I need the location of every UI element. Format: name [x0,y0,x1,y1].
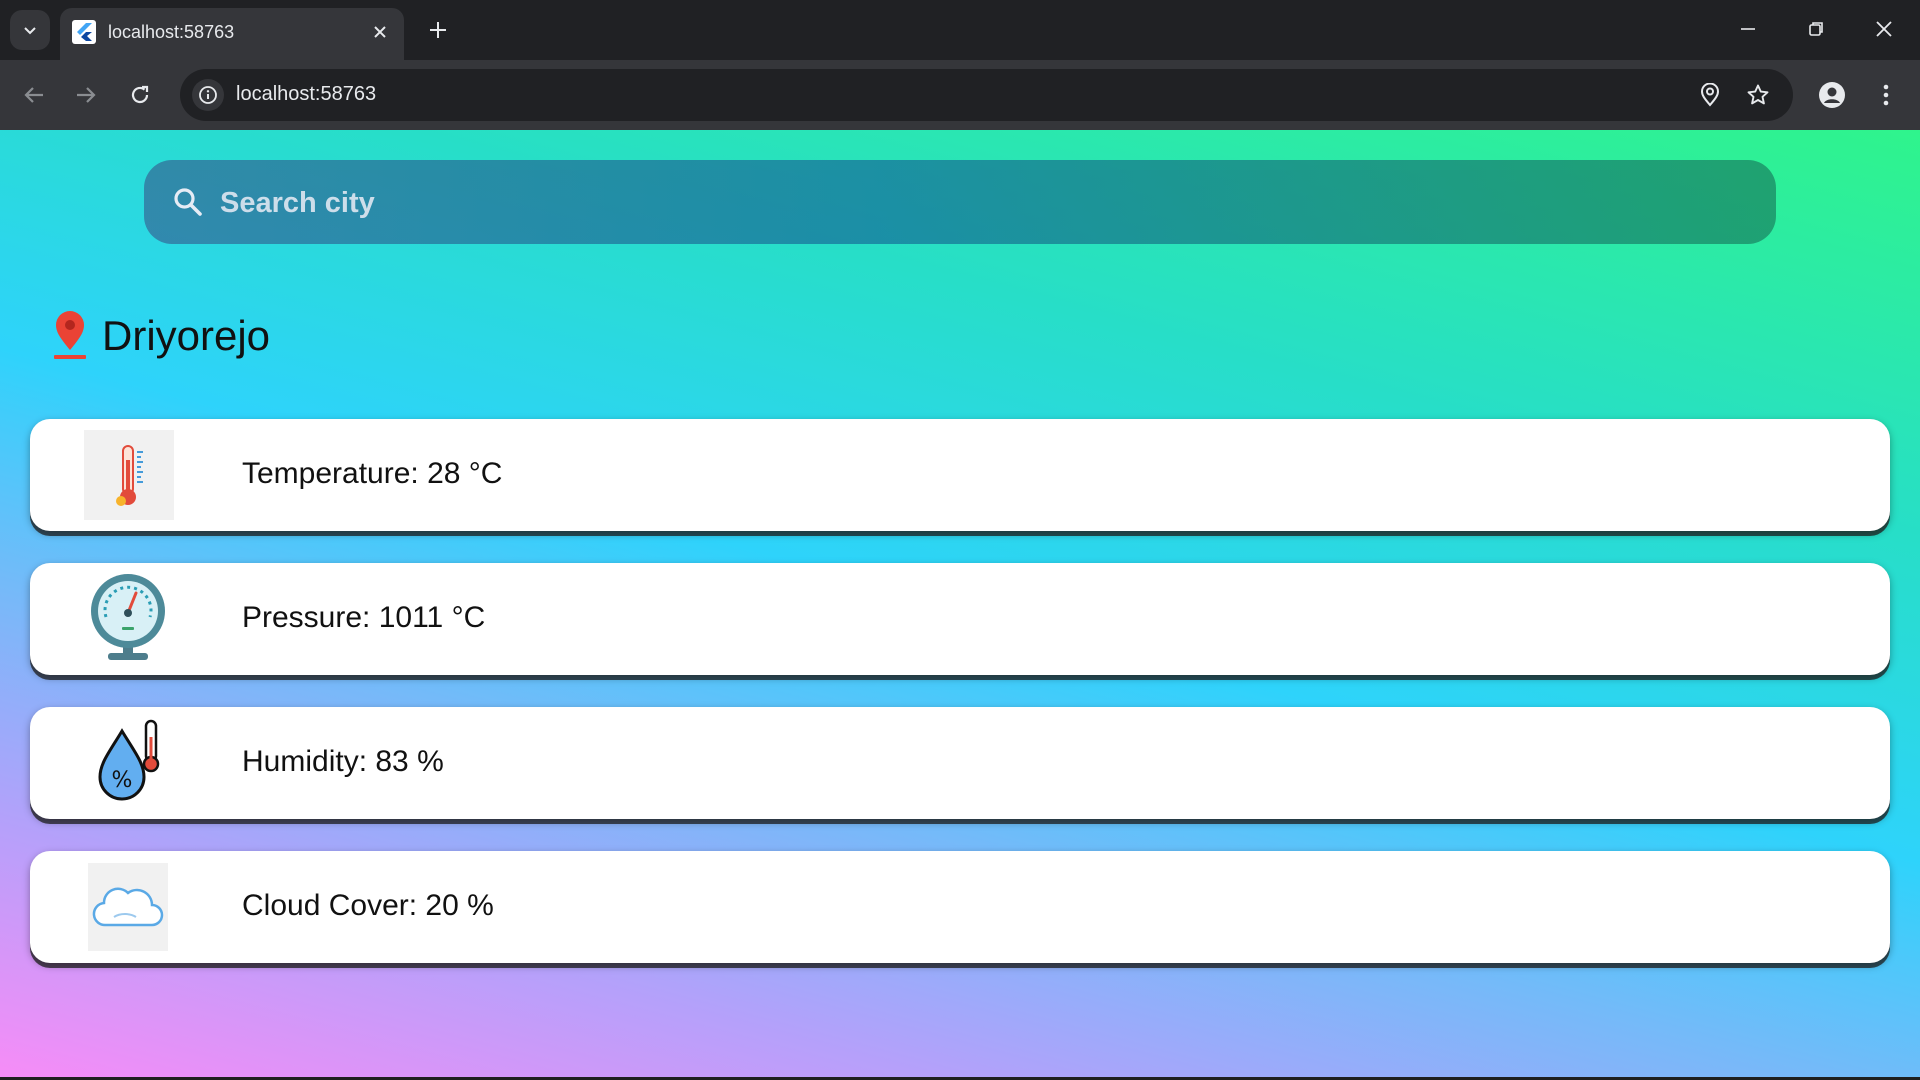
svg-text:%: % [112,768,133,793]
forward-button[interactable] [66,75,106,115]
temperature-value: 28 [427,457,461,490]
close-icon [1876,21,1892,37]
browser-tab[interactable]: localhost:58763 [60,8,404,60]
thermometer-icon [84,430,174,520]
info-icon [199,86,217,104]
location-pin-icon [1700,83,1720,107]
pressure-text: Pressure: 1011 °C [242,601,485,635]
cloud-cover-label: Cloud Cover: [242,889,426,922]
chevron-down-icon [24,27,36,35]
tab-title: localhost:58763 [108,22,235,42]
pressure-unit: °C [443,601,486,634]
flutter-logo-icon [72,20,96,44]
cloud-cover-text: Cloud Cover: 20 % [242,889,494,923]
browser-tab-bar: localhost:58763 [0,0,1920,60]
barometer-icon [82,573,174,665]
reload-icon [131,85,149,104]
cloud-cover-value: 20 [425,889,459,922]
star-icon [1747,84,1769,105]
minimize-button[interactable] [1720,6,1776,52]
close-icon [374,26,386,38]
browser-menu-button[interactable] [1868,75,1904,115]
account-icon [1819,82,1845,108]
pressure-label: Pressure: [242,601,379,634]
humidity-label: Humidity: [242,745,376,778]
pressure-card: Pressure: 1011 °C [30,563,1890,675]
tab-search-button[interactable] [10,10,50,50]
weather-page: Driyorejo Temperature: 28 °C [0,130,1920,1080]
temperature-text: Temperature: 28 °C [242,457,502,491]
minimize-icon [1741,28,1755,30]
humidity-text: Humidity: 83 % [242,745,444,779]
humidity-drop-icon: % [82,717,174,809]
browser-toolbar: localhost:58763 [0,60,1920,130]
search-icon [174,188,202,216]
arrow-left-icon [24,87,43,103]
temperature-label: Temperature: [242,457,428,490]
search-bar[interactable] [144,160,1776,244]
close-window-button[interactable] [1856,6,1912,52]
location-permission-button[interactable] [1694,79,1726,111]
url-text: localhost:58763 [236,83,377,105]
city-name: Driyorejo [102,312,271,359]
humidity-value: 83 [375,745,409,778]
restore-button[interactable] [1788,6,1844,52]
arrow-right-icon [77,87,96,103]
humidity-card: % Humidity: 83 % [30,707,1890,819]
location-header: Driyorejo [50,308,270,364]
new-tab-button[interactable] [420,12,456,48]
cloud-icon [88,863,168,951]
location-pin-icon [54,311,86,359]
address-bar[interactable]: localhost:58763 [180,69,1793,121]
more-vertical-icon [1883,84,1889,106]
tab-close-button[interactable] [368,20,392,44]
pressure-value: 1011 [378,601,444,634]
cloud-cover-unit: % [458,889,494,922]
reload-button[interactable] [120,75,160,115]
cloud-cover-card: Cloud Cover: 20 % [30,851,1890,963]
bookmark-button[interactable] [1742,79,1774,111]
restore-icon [1809,22,1823,36]
search-city-input[interactable] [218,176,1742,230]
temperature-card: Temperature: 28 °C [30,419,1890,531]
plus-icon [430,22,446,38]
back-button[interactable] [14,75,54,115]
humidity-unit: % [408,745,444,778]
profile-button[interactable] [1812,75,1852,115]
temperature-unit: °C [460,457,503,490]
site-info-button[interactable] [192,79,224,111]
